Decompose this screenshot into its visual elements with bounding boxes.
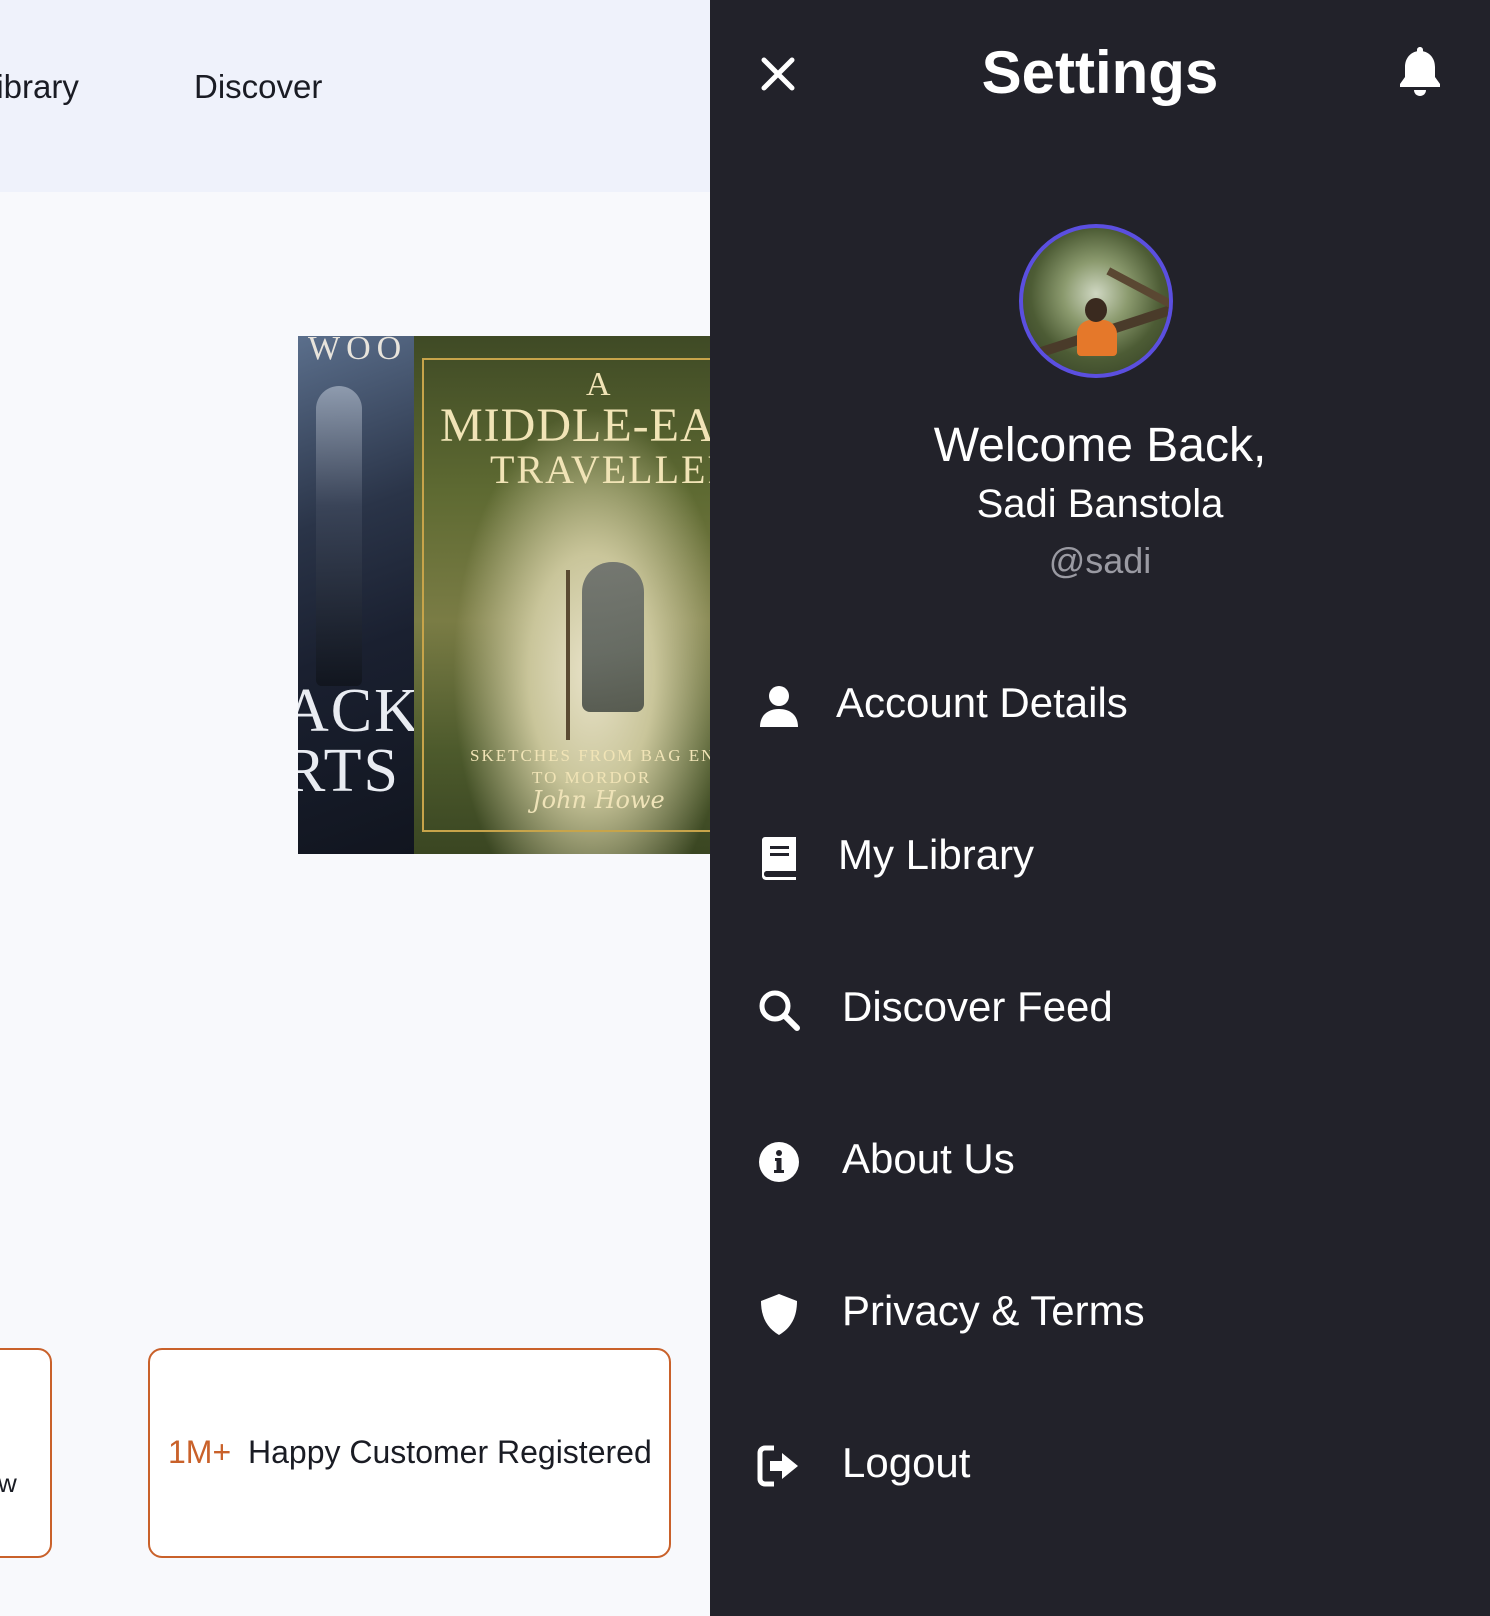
avatar-photo-detail <box>1085 298 1107 322</box>
nav-link-discover[interactable]: Discover <box>194 68 322 106</box>
bell-icon <box>1400 47 1440 96</box>
avatar-photo-detail <box>1077 320 1117 356</box>
search-icon <box>759 990 800 1031</box>
menu-item-discover-feed[interactable]: Discover Feed <box>756 975 1436 1045</box>
book-cover-author: John Howe <box>532 786 665 814</box>
stat-card: w <box>0 1348 52 1558</box>
logout-icon <box>757 1445 798 1487</box>
menu-item-my-library[interactable]: My Library <box>756 823 1436 893</box>
cover-wizard-illustration <box>582 562 644 712</box>
menu-item-label: Discover Feed <box>842 983 1113 1030</box>
book-cover-subtitle: SKETCHES FROM BAG END <box>470 746 710 765</box>
top-navigation: Library Discover <box>0 0 710 192</box>
menu-item-logout[interactable]: Logout <box>756 1431 1436 1501</box>
user-name: Sadi Banstola <box>976 482 1224 526</box>
menu-item-label: My Library <box>838 831 1035 878</box>
user-handle: @sadi <box>1048 540 1152 581</box>
menu-item-about-us[interactable]: About Us <box>756 1127 1436 1197</box>
book-cover-title: MIDDLE-EART <box>440 399 710 452</box>
book-cover-text: RTS <box>298 737 400 805</box>
stat-card: 1M+ Happy Customer Registered <box>148 1348 671 1558</box>
menu-item-label: Privacy & Terms <box>842 1287 1145 1334</box>
notifications-button[interactable] <box>1396 44 1444 98</box>
book-cover-dark[interactable]: WOO ACK RTS <box>298 336 414 854</box>
settings-drawer: Settings Welcome Back, Sadi Banstola @sa… <box>710 0 1490 1616</box>
info-icon <box>759 1142 799 1182</box>
cover-staff-illustration <box>566 570 570 740</box>
background-page: Library Discover WOO ACK RTS A MIDDLE-EA… <box>0 0 710 1616</box>
avatar[interactable] <box>1019 224 1173 378</box>
book-cover-middle-earth-traveller[interactable]: A MIDDLE-EART TRAVELLER SKETCHES FROM BA… <box>414 336 710 854</box>
book-icon <box>762 837 796 880</box>
book-cover-text: WOO <box>308 336 408 367</box>
nav-link-library[interactable]: Library <box>0 68 79 106</box>
user-icon <box>760 686 798 727</box>
menu-item-label: Logout <box>842 1439 971 1486</box>
stat-description: Happy Customer Registered <box>248 1434 652 1470</box>
menu-item-label: Account Details <box>836 679 1128 726</box>
welcome-heading: Welcome Back, <box>933 419 1267 472</box>
shield-icon <box>761 1294 797 1335</box>
drawer-title: Settings <box>981 39 1219 106</box>
menu-item-account-details[interactable]: Account Details <box>756 671 1436 741</box>
menu-item-label: About Us <box>842 1135 1015 1182</box>
book-cover-title: TRAVELLER <box>490 447 710 492</box>
menu-item-privacy-terms[interactable]: Privacy & Terms <box>756 1279 1436 1349</box>
book-cover-subtitle: TO MORDOR <box>532 768 652 787</box>
stat-card-text: w <box>0 1468 17 1498</box>
cover-figure-illustration <box>316 386 362 686</box>
stat-value: 1M+ <box>168 1434 232 1470</box>
